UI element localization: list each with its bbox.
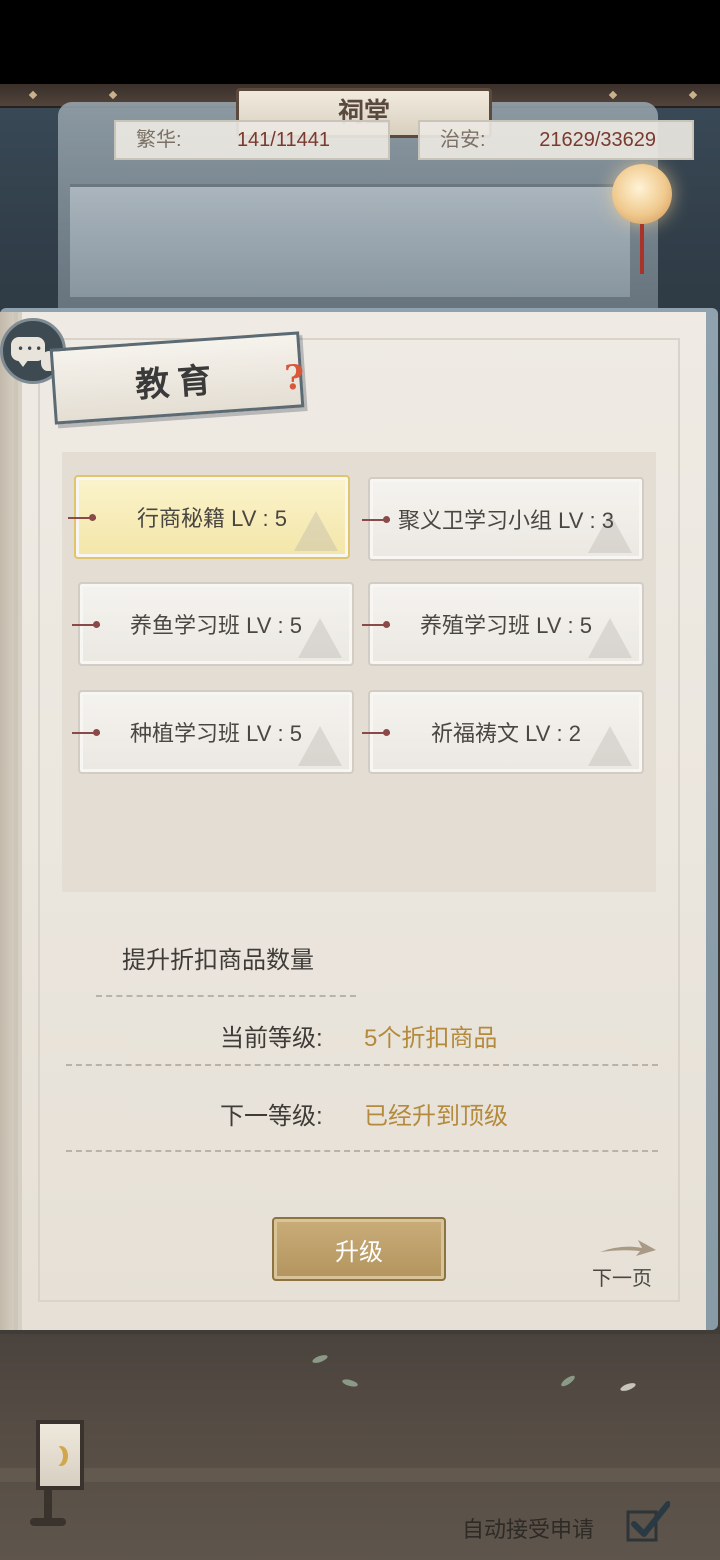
skill-card-label: 养鱼学习班 LV : 5 [130,613,302,638]
prosperity-stat: 繁华: 141/11441 [114,120,390,160]
hook-icon [362,516,390,523]
next-page-button[interactable]: 下一页 [590,1236,670,1290]
floor-stripe [0,1468,720,1482]
effect-description: 提升折扣商品数量 [122,947,314,974]
mountain-icon [588,726,632,766]
skill-card-trade-secrets[interactable]: 行商秘籍 LV : 5 [68,475,350,559]
question-mark-icon[interactable]: ? [284,358,304,398]
hook-icon [68,514,96,521]
lamp-stand [44,1490,52,1520]
skill-card-label: 聚义卫学习小组 LV : 3 [398,508,614,533]
panel-title: 教育 [134,360,221,406]
divider [66,1064,658,1066]
divider [66,1150,658,1152]
skill-card-label: 祈福祷文 LV : 2 [431,721,581,746]
skill-card-label: 种植学习班 LV : 5 [130,721,302,746]
prosperity-value: 141/11441 [236,129,330,151]
lantern-icon [612,164,672,224]
next-page-label: 下一页 [592,1268,652,1290]
security-label: 治安: [440,129,486,151]
mountain-icon [294,511,338,551]
security-value: 21629/33629 [539,129,656,151]
current-level-value: 5个折扣商品 [364,1025,498,1052]
next-level-label: 下一等级: [220,1103,323,1130]
upgrade-button[interactable]: 升级 [272,1217,446,1281]
mountain-icon [588,618,632,658]
skill-card-fish-farming[interactable]: 养鱼学习班 LV : 5 [72,582,354,666]
divider [96,995,356,997]
hook-icon [72,621,100,628]
lantern-icon[interactable] [36,1420,84,1490]
current-level-label: 当前等级: [220,1025,323,1052]
checkmark-icon[interactable] [626,1500,670,1542]
hook-icon [362,729,390,736]
auto-accept-label: 自动接受申请 [462,1517,595,1542]
arrow-right-icon [600,1240,656,1256]
skill-card-guard-study[interactable]: 聚义卫学习小组 LV : 3 [362,477,644,561]
mountain-icon [298,726,342,766]
hook-icon [72,729,100,736]
floor [0,1334,720,1560]
security-stat: 治安: 21629/33629 [418,120,694,160]
lantern-tassel [640,224,644,274]
skill-card-prayer[interactable]: 祈福祷文 LV : 2 [362,690,644,774]
prosperity-label: 繁华: [136,129,182,151]
moon-icon [54,1446,68,1466]
lamp-foot [30,1518,66,1526]
skill-card-animal-breeding[interactable]: 养殖学习班 LV : 5 [362,582,644,666]
scroll-painting [70,184,630,297]
next-level-value: 已经升到顶级 [364,1103,508,1130]
mountain-icon [298,618,342,658]
hook-icon [362,621,390,628]
skill-card-planting[interactable]: 种植学习班 LV : 5 [72,690,354,774]
skill-card-label: 养殖学习班 LV : 5 [420,613,592,638]
status-bar [0,0,720,84]
skill-card-label: 行商秘籍 LV : 5 [137,506,287,531]
